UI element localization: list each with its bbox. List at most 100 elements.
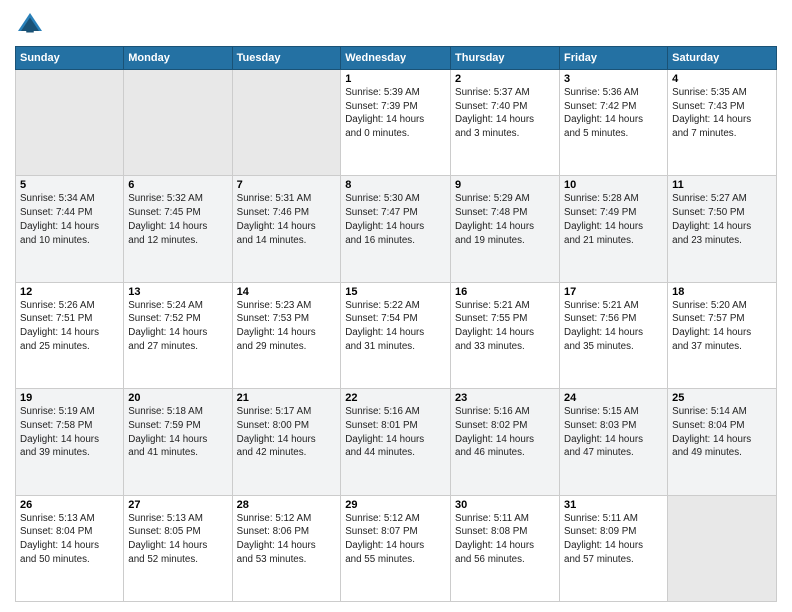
day-number: 17	[564, 286, 663, 298]
calendar-week-3: 12Sunrise: 5:26 AM Sunset: 7:51 PM Dayli…	[16, 282, 777, 388]
calendar-cell: 29Sunrise: 5:12 AM Sunset: 8:07 PM Dayli…	[341, 495, 451, 601]
day-number: 29	[345, 499, 446, 511]
day-info: Sunrise: 5:35 AM Sunset: 7:43 PM Dayligh…	[672, 86, 772, 141]
calendar-cell: 9Sunrise: 5:29 AM Sunset: 7:48 PM Daylig…	[451, 176, 560, 282]
day-info: Sunrise: 5:30 AM Sunset: 7:47 PM Dayligh…	[345, 192, 446, 247]
day-info: Sunrise: 5:13 AM Sunset: 8:04 PM Dayligh…	[20, 512, 119, 567]
calendar: SundayMondayTuesdayWednesdayThursdayFrid…	[15, 46, 777, 602]
day-number: 10	[564, 179, 663, 191]
day-number: 24	[564, 392, 663, 404]
day-number: 20	[128, 392, 227, 404]
day-info: Sunrise: 5:27 AM Sunset: 7:50 PM Dayligh…	[672, 192, 772, 247]
calendar-week-1: 1Sunrise: 5:39 AM Sunset: 7:39 PM Daylig…	[16, 70, 777, 176]
day-number: 27	[128, 499, 227, 511]
day-info: Sunrise: 5:22 AM Sunset: 7:54 PM Dayligh…	[345, 299, 446, 354]
calendar-cell: 5Sunrise: 5:34 AM Sunset: 7:44 PM Daylig…	[16, 176, 124, 282]
day-number: 22	[345, 392, 446, 404]
calendar-cell: 18Sunrise: 5:20 AM Sunset: 7:57 PM Dayli…	[668, 282, 777, 388]
calendar-cell: 2Sunrise: 5:37 AM Sunset: 7:40 PM Daylig…	[451, 70, 560, 176]
header	[15, 10, 777, 40]
day-header-thursday: Thursday	[451, 47, 560, 70]
day-number: 6	[128, 179, 227, 191]
calendar-cell: 21Sunrise: 5:17 AM Sunset: 8:00 PM Dayli…	[232, 389, 341, 495]
day-info: Sunrise: 5:16 AM Sunset: 8:01 PM Dayligh…	[345, 405, 446, 460]
day-number: 12	[20, 286, 119, 298]
day-info: Sunrise: 5:20 AM Sunset: 7:57 PM Dayligh…	[672, 299, 772, 354]
day-info: Sunrise: 5:24 AM Sunset: 7:52 PM Dayligh…	[128, 299, 227, 354]
calendar-cell: 15Sunrise: 5:22 AM Sunset: 7:54 PM Dayli…	[341, 282, 451, 388]
day-number: 14	[237, 286, 337, 298]
calendar-cell: 24Sunrise: 5:15 AM Sunset: 8:03 PM Dayli…	[560, 389, 668, 495]
day-info: Sunrise: 5:21 AM Sunset: 7:55 PM Dayligh…	[455, 299, 555, 354]
day-header-sunday: Sunday	[16, 47, 124, 70]
calendar-cell: 17Sunrise: 5:21 AM Sunset: 7:56 PM Dayli…	[560, 282, 668, 388]
day-number: 9	[455, 179, 555, 191]
calendar-week-4: 19Sunrise: 5:19 AM Sunset: 7:58 PM Dayli…	[16, 389, 777, 495]
day-info: Sunrise: 5:37 AM Sunset: 7:40 PM Dayligh…	[455, 86, 555, 141]
day-number: 25	[672, 392, 772, 404]
day-info: Sunrise: 5:23 AM Sunset: 7:53 PM Dayligh…	[237, 299, 337, 354]
calendar-cell: 14Sunrise: 5:23 AM Sunset: 7:53 PM Dayli…	[232, 282, 341, 388]
day-info: Sunrise: 5:15 AM Sunset: 8:03 PM Dayligh…	[564, 405, 663, 460]
day-info: Sunrise: 5:18 AM Sunset: 7:59 PM Dayligh…	[128, 405, 227, 460]
calendar-cell: 27Sunrise: 5:13 AM Sunset: 8:05 PM Dayli…	[124, 495, 232, 601]
day-number: 19	[20, 392, 119, 404]
day-number: 30	[455, 499, 555, 511]
day-header-tuesday: Tuesday	[232, 47, 341, 70]
calendar-cell: 22Sunrise: 5:16 AM Sunset: 8:01 PM Dayli…	[341, 389, 451, 495]
calendar-cell	[232, 70, 341, 176]
day-info: Sunrise: 5:29 AM Sunset: 7:48 PM Dayligh…	[455, 192, 555, 247]
day-number: 13	[128, 286, 227, 298]
calendar-cell: 25Sunrise: 5:14 AM Sunset: 8:04 PM Dayli…	[668, 389, 777, 495]
day-info: Sunrise: 5:13 AM Sunset: 8:05 PM Dayligh…	[128, 512, 227, 567]
calendar-cell	[668, 495, 777, 601]
day-number: 28	[237, 499, 337, 511]
day-info: Sunrise: 5:31 AM Sunset: 7:46 PM Dayligh…	[237, 192, 337, 247]
calendar-cell: 31Sunrise: 5:11 AM Sunset: 8:09 PM Dayli…	[560, 495, 668, 601]
day-info: Sunrise: 5:17 AM Sunset: 8:00 PM Dayligh…	[237, 405, 337, 460]
calendar-cell: 6Sunrise: 5:32 AM Sunset: 7:45 PM Daylig…	[124, 176, 232, 282]
day-info: Sunrise: 5:12 AM Sunset: 8:07 PM Dayligh…	[345, 512, 446, 567]
calendar-cell: 26Sunrise: 5:13 AM Sunset: 8:04 PM Dayli…	[16, 495, 124, 601]
day-number: 31	[564, 499, 663, 511]
day-number: 8	[345, 179, 446, 191]
day-number: 1	[345, 73, 446, 85]
logo	[15, 10, 49, 40]
day-info: Sunrise: 5:19 AM Sunset: 7:58 PM Dayligh…	[20, 405, 119, 460]
day-info: Sunrise: 5:16 AM Sunset: 8:02 PM Dayligh…	[455, 405, 555, 460]
day-header-monday: Monday	[124, 47, 232, 70]
calendar-cell: 20Sunrise: 5:18 AM Sunset: 7:59 PM Dayli…	[124, 389, 232, 495]
calendar-cell	[16, 70, 124, 176]
day-info: Sunrise: 5:34 AM Sunset: 7:44 PM Dayligh…	[20, 192, 119, 247]
day-number: 23	[455, 392, 555, 404]
day-number: 21	[237, 392, 337, 404]
day-number: 2	[455, 73, 555, 85]
calendar-week-5: 26Sunrise: 5:13 AM Sunset: 8:04 PM Dayli…	[16, 495, 777, 601]
calendar-cell	[124, 70, 232, 176]
day-number: 16	[455, 286, 555, 298]
logo-icon	[15, 10, 45, 40]
day-number: 11	[672, 179, 772, 191]
day-info: Sunrise: 5:28 AM Sunset: 7:49 PM Dayligh…	[564, 192, 663, 247]
calendar-cell: 30Sunrise: 5:11 AM Sunset: 8:08 PM Dayli…	[451, 495, 560, 601]
calendar-cell: 19Sunrise: 5:19 AM Sunset: 7:58 PM Dayli…	[16, 389, 124, 495]
day-header-wednesday: Wednesday	[341, 47, 451, 70]
calendar-cell: 13Sunrise: 5:24 AM Sunset: 7:52 PM Dayli…	[124, 282, 232, 388]
day-number: 7	[237, 179, 337, 191]
day-info: Sunrise: 5:39 AM Sunset: 7:39 PM Dayligh…	[345, 86, 446, 141]
day-header-saturday: Saturday	[668, 47, 777, 70]
day-number: 3	[564, 73, 663, 85]
day-header-friday: Friday	[560, 47, 668, 70]
day-number: 15	[345, 286, 446, 298]
day-info: Sunrise: 5:36 AM Sunset: 7:42 PM Dayligh…	[564, 86, 663, 141]
page: SundayMondayTuesdayWednesdayThursdayFrid…	[0, 0, 792, 612]
calendar-cell: 4Sunrise: 5:35 AM Sunset: 7:43 PM Daylig…	[668, 70, 777, 176]
calendar-cell: 7Sunrise: 5:31 AM Sunset: 7:46 PM Daylig…	[232, 176, 341, 282]
day-number: 4	[672, 73, 772, 85]
calendar-cell: 28Sunrise: 5:12 AM Sunset: 8:06 PM Dayli…	[232, 495, 341, 601]
calendar-header-row: SundayMondayTuesdayWednesdayThursdayFrid…	[16, 47, 777, 70]
calendar-cell: 11Sunrise: 5:27 AM Sunset: 7:50 PM Dayli…	[668, 176, 777, 282]
calendar-cell: 3Sunrise: 5:36 AM Sunset: 7:42 PM Daylig…	[560, 70, 668, 176]
day-info: Sunrise: 5:11 AM Sunset: 8:09 PM Dayligh…	[564, 512, 663, 567]
day-number: 26	[20, 499, 119, 511]
